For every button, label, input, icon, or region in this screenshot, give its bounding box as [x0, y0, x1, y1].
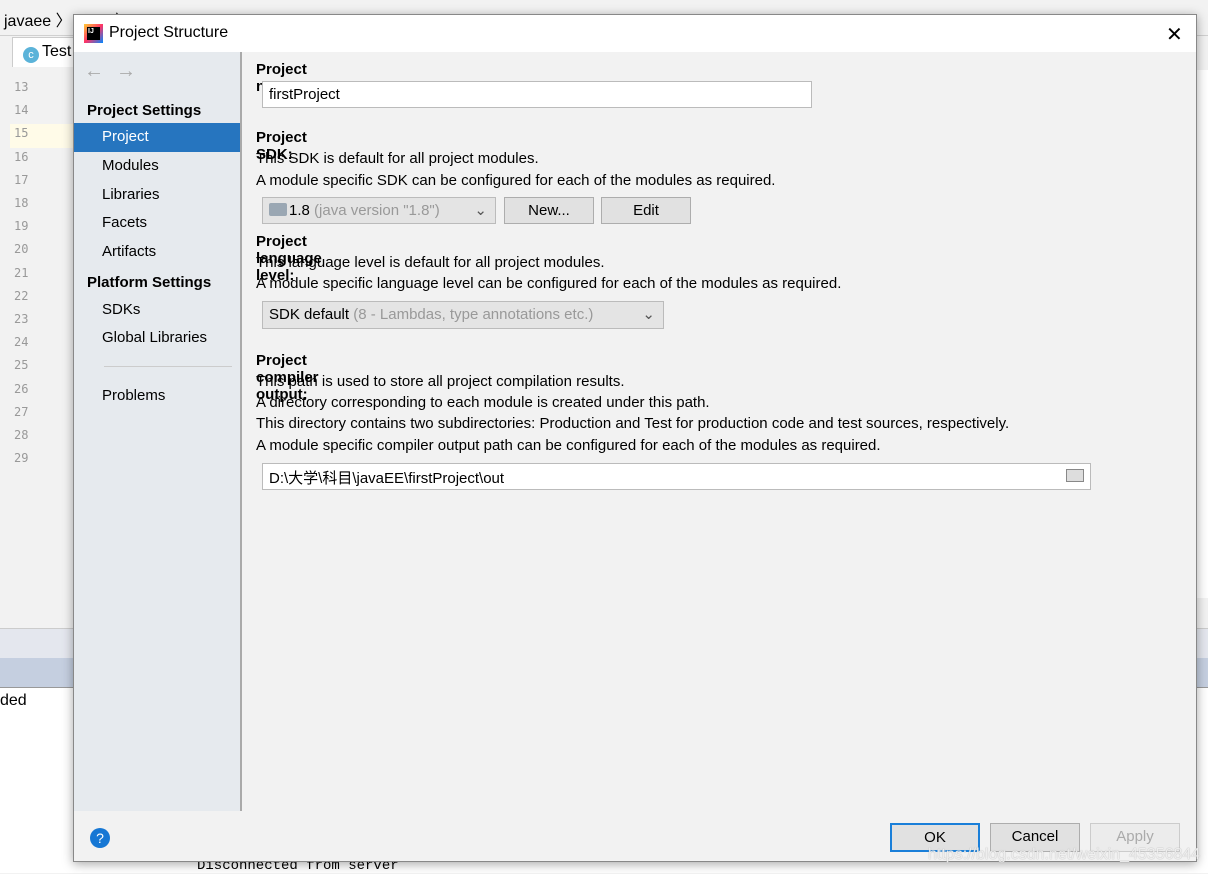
new-sdk-button[interactable]: New...	[504, 197, 594, 224]
line-number: 20	[14, 242, 29, 257]
sidebar-item-modules[interactable]: Modules	[74, 152, 240, 181]
chevron-down-icon: ⌄	[642, 306, 655, 323]
sidebar-item-libraries[interactable]: Libraries	[74, 181, 240, 210]
class-icon: c	[23, 47, 39, 63]
line-number: 15	[14, 126, 29, 141]
line-number: 24	[14, 335, 29, 350]
line-number: 21	[14, 265, 29, 280]
project-name-input[interactable]	[262, 81, 812, 108]
line-number: 27	[14, 404, 29, 419]
line-gutter: 13 14 15 16 17 18 19 20 21 22 23 24 25 26 27 28 29	[0, 70, 74, 598]
sidebar: ← → Project Settings Project Modules Lib…	[74, 52, 242, 811]
section-platform-settings: Platform Settings	[87, 274, 212, 291]
output-description: This path is used to store all project c…	[256, 373, 625, 390]
editor[interactable]	[1196, 70, 1208, 598]
sdk-dropdown[interactable]: 1.8 (java version "1.8") ⌄	[262, 197, 496, 224]
project-structure-dialog: IJ Project Structure ✕ ← → Project Setti…	[73, 14, 1197, 862]
line-number: 18	[14, 196, 29, 210]
line-number: 25	[14, 358, 29, 373]
section-project-settings: Project Settings	[87, 102, 202, 119]
watermark: https://blog.csdn.net/weixin_45356844	[928, 846, 1201, 863]
sidebar-item-sdks[interactable]: SDKs	[74, 296, 240, 325]
sdk-value: 1.8	[289, 202, 310, 219]
browse-folder-icon[interactable]	[1066, 469, 1084, 482]
close-icon[interactable]: ✕	[1166, 22, 1183, 47]
line-number: 22	[14, 288, 29, 303]
sidebar-item-project[interactable]: Project	[74, 123, 240, 152]
editor-tab[interactable]: c Test	[12, 37, 82, 67]
sidebar-item-global-libraries[interactable]: Global Libraries	[74, 324, 240, 353]
output-description: A module specific compiler output path c…	[256, 437, 881, 454]
line-number: 28	[14, 428, 29, 442]
sdk-folder-icon	[269, 203, 287, 216]
forward-arrow-icon[interactable]: →	[116, 60, 136, 83]
output-description: This directory contains two subdirectori…	[256, 415, 1010, 432]
output-description: A directory corresponding to each module…	[256, 394, 710, 411]
language-description: This language level is default for all p…	[256, 254, 605, 271]
tab-label: Test	[42, 43, 72, 60]
help-icon[interactable]: ?	[90, 828, 110, 848]
language-description: A module specific language level can be …	[256, 275, 842, 292]
line-number: 13	[14, 80, 29, 94]
sdk-hint: (java version "1.8")	[314, 202, 440, 219]
language-level-dropdown[interactable]: SDK default (8 - Lambdas, type annotatio…	[262, 301, 664, 329]
sdk-description: This SDK is default for all project modu…	[256, 150, 539, 167]
language-hint: (8 - Lambdas, type annotations etc.)	[353, 306, 594, 323]
sidebar-item-artifacts[interactable]: Artifacts	[74, 238, 240, 267]
sidebar-item-problems[interactable]: Problems	[74, 382, 240, 411]
sdk-description: A module specific SDK can be configured …	[256, 172, 776, 189]
language-value: SDK default	[269, 306, 350, 323]
chevron-down-icon: ⌄	[474, 202, 487, 219]
divider	[104, 366, 232, 367]
line-number: 23	[14, 312, 29, 326]
console-text: ded	[0, 692, 27, 709]
intellij-logo-icon: IJ	[84, 24, 103, 43]
line-number: 29	[14, 451, 29, 466]
output-path: D:\大学\科目\javaEE\firstProject\out	[269, 470, 505, 487]
line-number: 17	[14, 172, 29, 187]
line-number: 26	[14, 381, 29, 396]
sidebar-item-facets[interactable]: Facets	[74, 209, 240, 238]
line-number: 14	[14, 103, 29, 118]
title-bar: IJ Project Structure ✕	[74, 15, 1196, 52]
line-number: 16	[14, 149, 29, 164]
edit-sdk-button[interactable]: Edit	[601, 197, 691, 224]
back-arrow-icon[interactable]: ←	[84, 60, 104, 83]
compiler-output-input[interactable]: D:\大学\科目\javaEE\firstProject\out	[262, 463, 1091, 490]
line-number: 19	[14, 219, 29, 234]
dialog-title: Project Structure	[109, 24, 229, 41]
